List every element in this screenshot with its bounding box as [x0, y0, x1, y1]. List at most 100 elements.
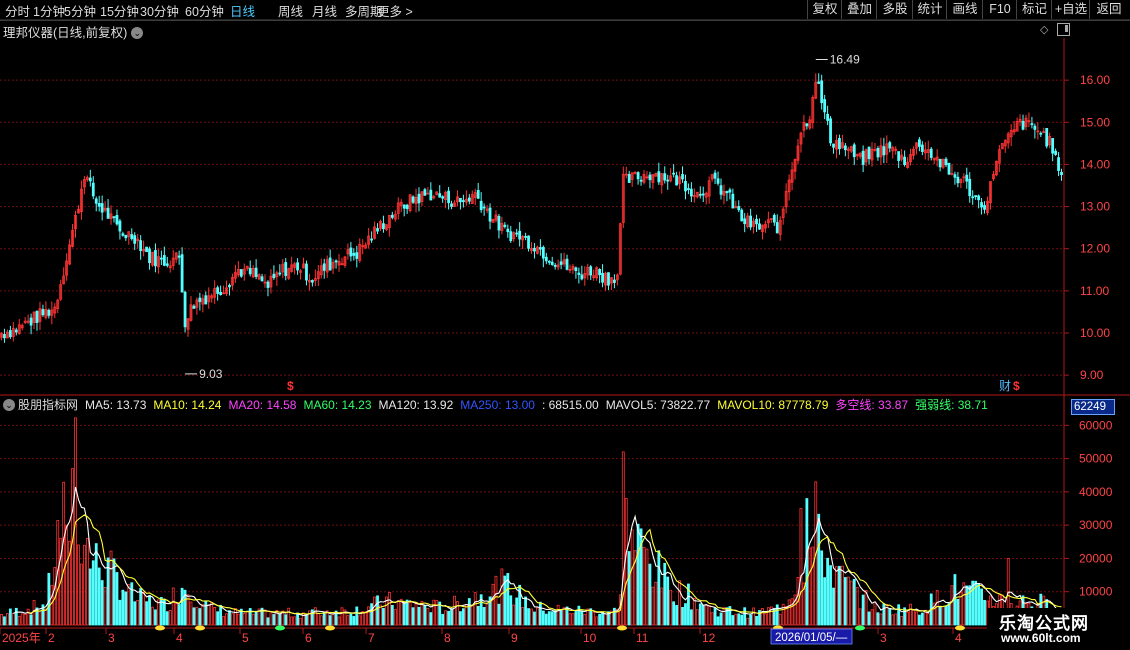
volume-bar	[136, 600, 140, 626]
volume-bar	[684, 603, 687, 626]
volume-bar	[225, 613, 228, 626]
volume-bar	[88, 568, 92, 626]
candle-body	[506, 228, 510, 233]
volume-bar	[453, 595, 456, 626]
kline-chart[interactable]: 9.00 10.00 11.00 12.00 13.00 14.00 15.00 16.00 1…	[0, 0, 1130, 650]
volume-bar	[547, 611, 551, 626]
candle-body	[731, 193, 735, 209]
volume-bar	[367, 606, 371, 626]
candle-body	[527, 235, 530, 249]
volume-bar	[14, 607, 18, 626]
dividend-marker[interactable]: $	[1013, 379, 1020, 393]
volume-bar	[482, 607, 486, 626]
candle-body	[740, 209, 744, 222]
volume-bar	[396, 600, 400, 626]
finance-marker[interactable]: 财	[999, 379, 1011, 393]
volume-bar	[145, 601, 148, 626]
candle-body	[758, 223, 761, 230]
candle-body	[461, 200, 465, 202]
volume-bar	[648, 563, 652, 626]
volume-tick-label: 60000	[1079, 418, 1113, 432]
volume-bar	[228, 610, 231, 626]
volume-bar	[157, 599, 160, 626]
volume-bar	[527, 608, 530, 626]
volume-bar	[91, 560, 95, 626]
candle-body	[1060, 171, 1063, 176]
candle-body	[538, 247, 542, 250]
volume-bar	[171, 587, 175, 626]
volume-bar	[743, 607, 747, 626]
volume-bar	[571, 613, 575, 626]
candle-body	[1045, 127, 1049, 147]
volume-bar	[586, 608, 590, 626]
volume-bar	[168, 609, 172, 626]
candle-body	[920, 144, 924, 152]
cursor-date-label: 2026/01/05/—	[775, 632, 848, 644]
volume-bar	[692, 598, 696, 626]
volume-bar	[263, 609, 267, 626]
candle-body	[429, 189, 433, 201]
volume-bar	[379, 604, 382, 626]
candle-body	[450, 203, 453, 207]
chevron-down-icon[interactable]: ⌄	[3, 399, 15, 411]
signal-marker	[955, 625, 965, 631]
candle-body	[438, 193, 442, 198]
x-tick-label: 10	[583, 631, 597, 645]
volume-bar	[701, 604, 705, 626]
candle-body	[1021, 120, 1025, 130]
volume-bar	[698, 603, 702, 626]
x-tick-label: 3	[108, 631, 115, 645]
candle-body	[402, 204, 406, 209]
volume-bar	[790, 598, 794, 626]
volume-bar	[216, 611, 220, 626]
volume-bar	[121, 589, 125, 626]
volume-bar	[154, 609, 157, 626]
volume-bar	[177, 604, 181, 626]
volume-bar	[337, 616, 341, 626]
volume-bar	[559, 609, 563, 626]
candle-body	[589, 266, 593, 276]
volume-bar	[207, 604, 211, 626]
volume-bar	[44, 608, 48, 626]
volume-bar	[787, 599, 791, 626]
volume-bar	[38, 611, 42, 626]
volume-bar	[62, 481, 66, 626]
volume-bar	[761, 608, 764, 626]
candle-body	[106, 207, 110, 219]
candle-body	[35, 310, 39, 323]
dividend-marker[interactable]: $	[287, 379, 294, 393]
volume-bar	[935, 590, 939, 626]
volume-bar	[299, 617, 302, 626]
volume-bar	[450, 608, 453, 626]
candle-body	[405, 204, 409, 210]
candle-body	[503, 224, 507, 228]
volume-bar	[251, 613, 255, 626]
candle-body	[145, 246, 148, 253]
candle-body	[100, 203, 104, 213]
volume-bar	[746, 617, 750, 626]
volume-bar	[962, 582, 966, 626]
volume-bar	[313, 607, 317, 626]
price-tick-label: 11.00	[1080, 284, 1109, 298]
volume-bar	[826, 557, 830, 626]
volume-bar	[971, 580, 975, 626]
volume-bar	[604, 613, 607, 626]
candle-body	[1030, 123, 1034, 126]
volume-bar	[891, 614, 895, 626]
volume-bar	[882, 603, 886, 626]
volume-bar	[32, 599, 36, 626]
candle-body	[192, 305, 196, 309]
volume-bar	[444, 610, 448, 626]
candle-body	[112, 216, 116, 219]
candle-body	[165, 263, 169, 266]
candle-body	[938, 158, 942, 168]
candle-body	[607, 272, 610, 286]
volume-bar	[766, 607, 770, 626]
candle-body	[639, 179, 643, 182]
volume-bar	[838, 565, 841, 626]
volume-bar	[494, 575, 498, 626]
volume-bar	[319, 615, 323, 626]
indicator-item-1: MA10: 14.24	[153, 398, 222, 412]
indicator-name[interactable]: 股朋指标网	[18, 398, 78, 412]
volume-bar	[77, 544, 80, 626]
